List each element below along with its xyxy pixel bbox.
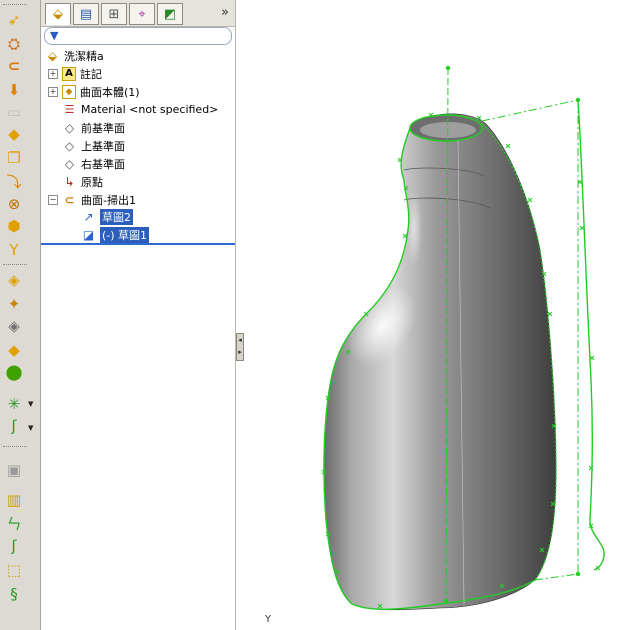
untrim-icon[interactable]: ◆ xyxy=(4,340,24,360)
tab-featuremanager[interactable]: ⬙ xyxy=(45,3,71,25)
origin-icon: ↳ xyxy=(64,174,75,189)
plane-icon: ◇ xyxy=(64,156,75,171)
tree-item-surface-bodies[interactable]: + ◆ 曲面本體(1) xyxy=(48,83,140,100)
tab-display-manager[interactable]: ◩ xyxy=(157,3,183,25)
tree-item-front-plane[interactable]: ◇ 前基準面 xyxy=(62,119,125,136)
thicken-icon[interactable]: ⬤ xyxy=(4,362,24,382)
revolve-icon[interactable]: ⛭ xyxy=(4,34,24,54)
feature-manager-panel: ⬙ ▤ ⊞ ⌖ ◩ » ▼ ⬙ 洗潔精a + A 註記 + ◆ 曲面本體(1) … xyxy=(41,0,236,630)
tree-item-sketch2[interactable]: ↗ 草圖2 xyxy=(81,208,133,225)
curves-icon[interactable]: ʃ xyxy=(4,416,24,436)
boundary-disabled-icon: ▭ xyxy=(6,102,22,121)
panel-tabs: ⬙ ▤ ⊞ ⌖ ◩ » xyxy=(41,0,235,27)
filter-icon: ▼ xyxy=(50,29,59,42)
reference-geometry-dropdown-icon[interactable]: ▼ xyxy=(28,400,33,408)
loft-icon[interactable]: ⬇ xyxy=(4,80,24,100)
tree-item-label: 前基準面 xyxy=(81,121,125,135)
feature-toolbar: ➶ ⛭ ⊂ ⬇ ▭ ◆ ❐ ⤵ ⊗ ⬢ Y ◈ ✦ ◈ ◆ ⬤ ✳ ▼ ʃ ▼ … xyxy=(0,0,41,630)
delete-face-icon[interactable]: ⊗ xyxy=(4,194,24,214)
offset-surface-icon[interactable]: ❐ xyxy=(4,148,24,168)
axis-triad-y-label: Y xyxy=(265,614,272,625)
sketch-icon: ◪ xyxy=(82,227,95,242)
tree-item-annotations[interactable]: + A 註記 xyxy=(48,65,102,82)
rollback-bar[interactable] xyxy=(41,243,235,245)
reference-geometry-icon[interactable]: ✳ xyxy=(4,394,24,414)
helix-icon[interactable]: ʃ xyxy=(4,536,24,556)
tree-item-surface-sweep[interactable]: − ⊂ 曲面-掃出1 xyxy=(48,191,136,208)
tab-dimxpert[interactable]: ⌖ xyxy=(129,3,155,25)
tree-item-right-plane[interactable]: ◇ 右基準面 xyxy=(62,155,125,172)
toolbar-grip[interactable] xyxy=(3,446,27,449)
ruled-surface-icon[interactable]: ⤵ xyxy=(4,172,24,192)
replace-face-icon[interactable]: Y xyxy=(4,240,24,260)
sketch-disabled-icon: ▣ xyxy=(6,460,22,479)
planar-icon[interactable]: ◆ xyxy=(4,124,24,144)
section-view-icon[interactable]: ▥ xyxy=(4,490,24,510)
tree-item-label: 草圖2 xyxy=(100,208,133,225)
guide-point[interactable] xyxy=(575,97,581,103)
toolbar-grip[interactable] xyxy=(3,264,27,267)
extrude-icon[interactable]: ➶ xyxy=(4,10,24,30)
guide-line[interactable] xyxy=(534,573,579,581)
split-line-icon[interactable]: ㄣ xyxy=(4,514,24,534)
tree-item-material[interactable]: ☰ Material <not specified> xyxy=(62,101,219,118)
feature-filter-field[interactable]: ▼ xyxy=(44,27,232,45)
tree-item-label: 曲面-掃出1 xyxy=(81,193,136,207)
plane-icon: ◇ xyxy=(64,138,75,153)
tree-item-label: (-) 草圖1 xyxy=(98,225,151,244)
path-endpoint[interactable] xyxy=(445,65,451,71)
tree-item-sketch1[interactable]: ◪ (-) 草圖1 xyxy=(81,225,151,244)
tree-item-label: 註記 xyxy=(80,67,102,81)
knit-surface-icon[interactable]: ◈ xyxy=(4,316,24,336)
trim-surface-icon[interactable]: ◈ xyxy=(4,270,24,290)
graphics-area[interactable] xyxy=(243,0,636,630)
sweep-icon[interactable]: ⊂ xyxy=(4,56,24,76)
extend-surface-icon[interactable]: ✦ xyxy=(4,294,24,314)
surface-bodies-icon: ◆ xyxy=(62,84,76,99)
fill-icon[interactable]: ⬢ xyxy=(4,216,24,236)
tabs-more-button[interactable]: » xyxy=(221,5,229,20)
toolbar-grip[interactable] xyxy=(3,4,27,7)
tab-configurationmanager[interactable]: ⊞ xyxy=(101,3,127,25)
expand-icon[interactable]: + xyxy=(48,86,58,97)
curves-dropdown-icon[interactable]: ▼ xyxy=(28,424,33,432)
spiral-icon[interactable]: § xyxy=(4,584,24,604)
path-endpoint[interactable] xyxy=(443,598,449,604)
part-icon: ⬙ xyxy=(47,48,58,63)
tab-propertymanager[interactable]: ▤ xyxy=(73,3,99,25)
annotations-icon: A xyxy=(62,66,76,81)
tree-item-origin[interactable]: ↳ 原點 xyxy=(62,173,103,190)
sweep-feature-icon: ⊂ xyxy=(64,192,75,207)
tree-item-label: 曲面本體(1) xyxy=(80,85,140,99)
sketch-icon: ↗ xyxy=(83,209,94,224)
guide-curve[interactable] xyxy=(577,99,605,571)
expand-icon[interactable]: + xyxy=(48,68,58,79)
guide-line[interactable] xyxy=(481,99,579,122)
composite-curve-icon[interactable]: ⬚ xyxy=(4,560,24,580)
guide-point[interactable] xyxy=(575,571,581,577)
tree-root[interactable]: ⬙ 洗潔精a xyxy=(45,47,104,64)
material-icon: ☰ xyxy=(64,103,75,116)
tree-item-label: 原點 xyxy=(81,175,103,189)
tree-item-label: Material <not specified> xyxy=(81,103,219,116)
plane-icon: ◇ xyxy=(64,120,75,135)
collapse-icon[interactable]: − xyxy=(48,194,58,205)
tree-root-label: 洗潔精a xyxy=(64,49,104,63)
tree-item-label: 右基準面 xyxy=(81,157,125,171)
tree-item-label: 上基準面 xyxy=(81,139,125,153)
tree-item-top-plane[interactable]: ◇ 上基準面 xyxy=(62,137,125,154)
